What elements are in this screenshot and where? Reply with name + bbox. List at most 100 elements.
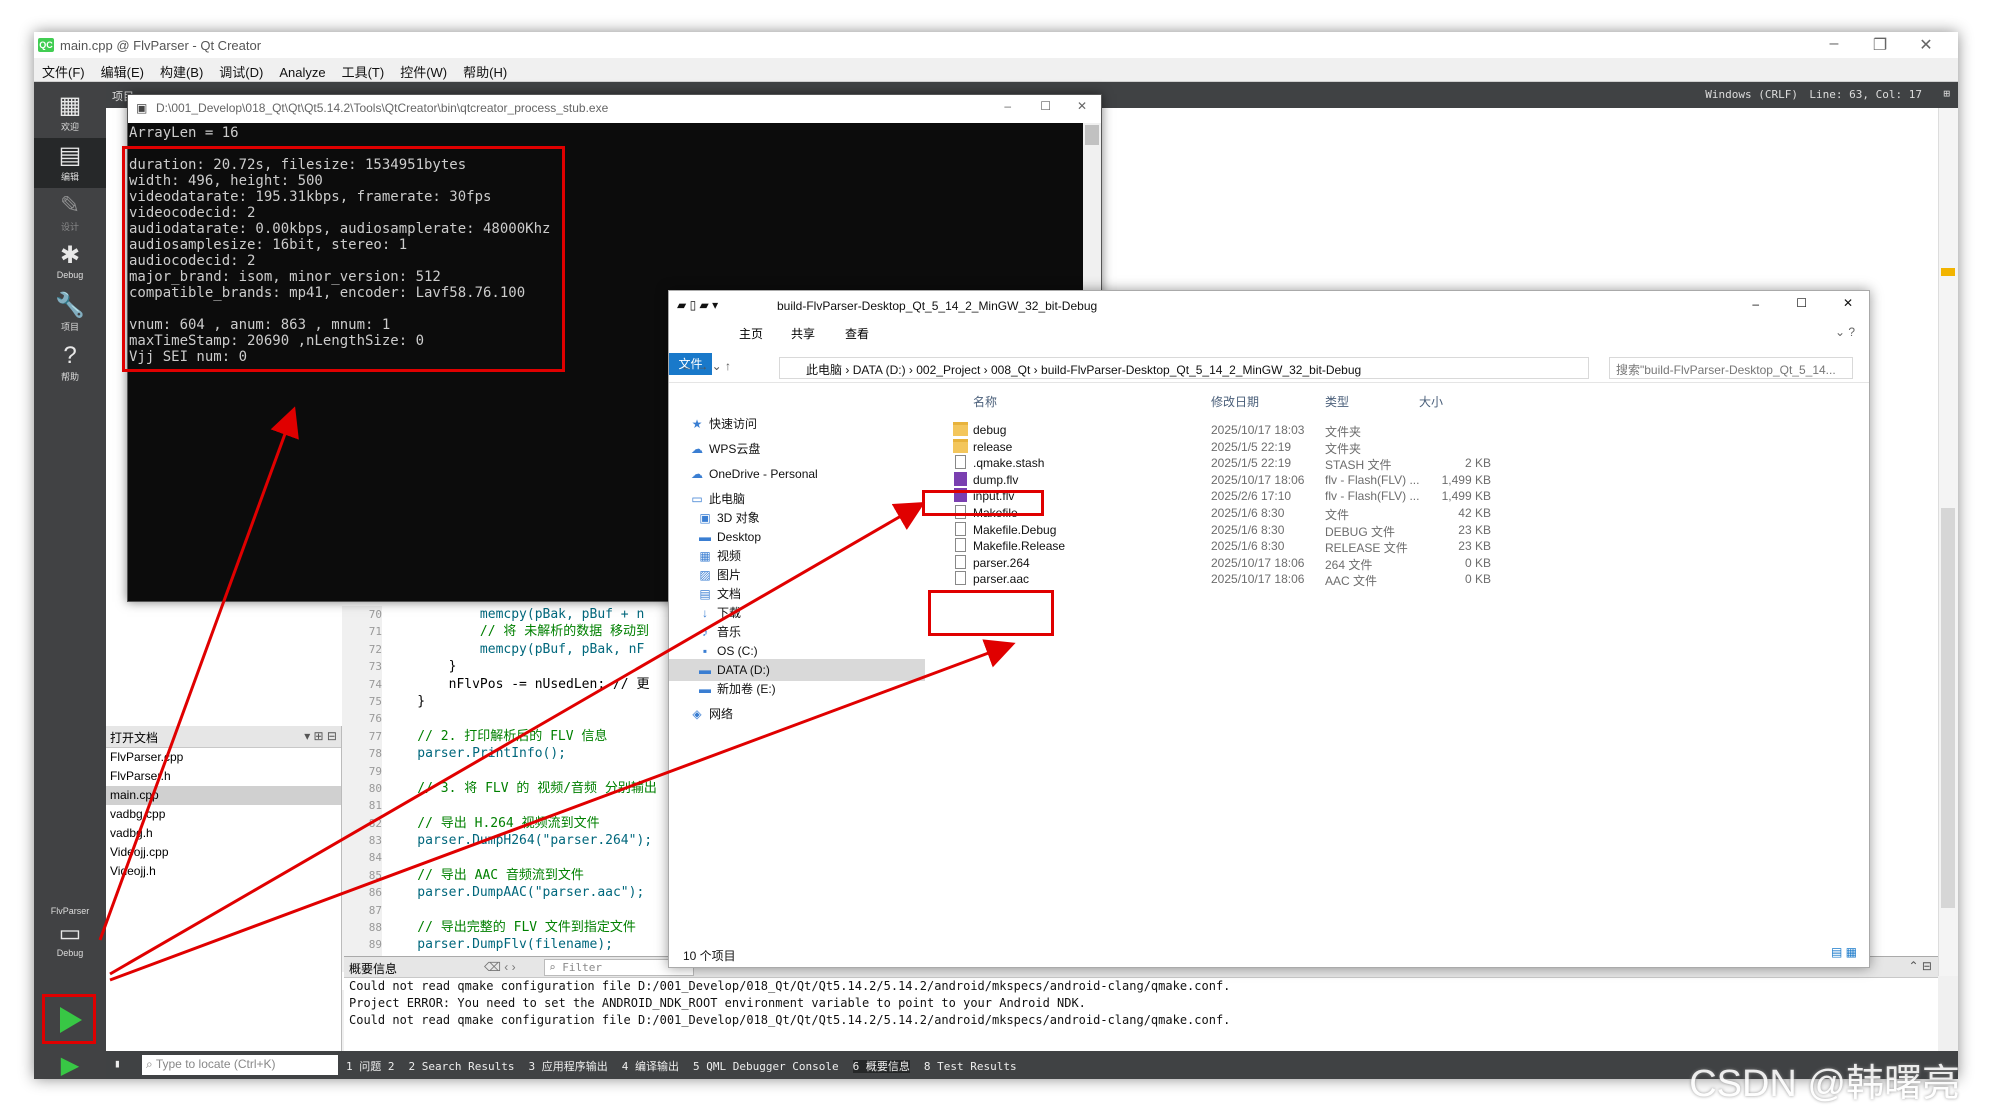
output-tab[interactable]: 8 Test Results [924,1060,1017,1073]
split-icon[interactable]: ⊞ [1943,87,1950,100]
output-tab[interactable]: 6 概要信息 [852,1060,910,1073]
console-maximize-icon[interactable]: ☐ [1040,99,1051,113]
output-tab[interactable]: 4 编译输出 [622,1060,679,1073]
explorer-search-input[interactable]: 搜索"build-FlvParser-Desktop_Qt_5_14... [1609,357,1853,379]
mode-debug[interactable]: ✱ Debug [34,238,106,288]
mode-design[interactable]: ✎ 设计 [34,188,106,238]
locator-input[interactable]: ⌕ Type to locate (Ctrl+K) [142,1055,338,1075]
kit-selector[interactable]: FlvParser ▭ Debug [34,904,106,964]
nav-item[interactable]: ☁ WPS云盘 [689,438,760,460]
menu-help[interactable]: 帮助(H) [455,58,515,81]
pane-controls-icon[interactable]: ▾ ⊞ ⊟ [304,729,337,743]
code-line: parser.DumpFlv(filename); [386,937,613,953]
highlight-console-info [122,146,565,372]
menu-build[interactable]: 构建(B) [152,58,211,81]
mode-edit[interactable]: ▤ 编辑 [34,138,106,188]
view-toggle-icon[interactable]: ▤ ▦ [1831,945,1857,959]
menu-analyze[interactable]: Analyze [271,61,333,80]
clear-icon[interactable]: ⌫ ‹ › [484,960,516,974]
col-name[interactable]: 名称 [973,393,997,410]
nav-icon: ☁ [691,442,703,456]
menu-file[interactable]: 文件(F) [34,58,93,81]
col-date[interactable]: 修改日期 [1211,393,1259,410]
nav-item[interactable]: ◈ 网络 [689,703,733,725]
menu-edit[interactable]: 编辑(E) [93,58,152,81]
line-number: 77 [368,729,382,743]
explorer-address-row: ← → ⌄ ↑ 此电脑 › DATA (D:) › 002_Project › … [669,353,1869,383]
ribbon-home-tab[interactable]: 主页 [739,325,763,342]
editor-scrollbar[interactable] [1938,108,1958,976]
console-close-icon[interactable]: ✕ [1077,99,1087,113]
console-minimize-icon[interactable]: – [1004,99,1011,113]
code-line: // 3. 将 FLV 的 视频/音频 分别输出 [386,780,657,796]
nav-item[interactable]: ▬ 新加卷 (E:) [697,678,776,700]
open-document-item[interactable]: vadbg.h [106,824,341,843]
file-type: AAC 文件 [1325,574,1378,589]
run-icon [60,1007,82,1033]
scroll-marker [1941,268,1955,276]
output-tab[interactable]: 1 问题 2 [346,1060,395,1073]
output-tab[interactable]: 3 应用程序输出 [528,1060,607,1073]
general-messages-title: 概要信息 [349,962,398,976]
kit-label: Debug [56,948,84,958]
explorer-close-icon[interactable]: ✕ [1843,296,1853,310]
code-line: // 导出 H.264 视频流到文件 [386,815,600,831]
open-document-item[interactable]: FlvParser.h [106,767,341,786]
address-bar[interactable]: 此电脑 › DATA (D:) › 002_Project › 008_Qt ›… [779,357,1589,379]
mode-projects[interactable]: 🔧 项目 [34,288,106,338]
open-document-item[interactable]: FlvParser.cpp [106,748,341,767]
file-row[interactable]: parser.aac 2025/10/17 18:06 AAC 文件 0 KB [931,568,1531,589]
sidebar-toggle-icon[interactable]: ▮ [114,1057,121,1070]
run-button[interactable] [42,994,96,1044]
code-line: memcpy(pBak, pBuf + n [386,607,645,622]
code-line: } [386,659,457,675]
line-number: 89 [368,938,382,952]
general-message-line: Could not read qmake configuration file … [349,979,1231,993]
col-type[interactable]: 类型 [1325,393,1349,410]
line-number: 80 [368,781,382,795]
mode-help[interactable]: ? 帮助 [34,338,106,388]
open-documents-list: FlvParser.cpp FlvParser.h main.cpp vadbg.cp… [106,748,341,881]
file-folder-icon [953,422,968,436]
cursor-position[interactable]: Line: 63, Col: 17 [1809,88,1922,101]
mode-welcome[interactable]: ▦ 欢迎 [34,88,106,138]
ribbon-view-tab[interactable]: 查看 [845,325,869,342]
debug-run-button[interactable]: ▶ [34,1048,106,1079]
encoding-selector[interactable]: Windows (CRLF) [1705,88,1798,101]
bug-icon: ✱ [59,242,81,269]
close-icon[interactable]: ✕ [1906,35,1946,55]
open-document-item[interactable]: Videojj.h [106,862,341,881]
file-aac-icon [955,571,966,586]
open-document-item[interactable]: vadbg.cpp [106,805,341,824]
open-document-item[interactable]: main.cpp [106,786,341,805]
ribbon-share-tab[interactable]: 共享 [791,325,815,342]
line-number: 71 [368,625,382,639]
restore-icon[interactable]: ❐ [1860,35,1900,55]
col-size[interactable]: 大小 [1419,393,1443,410]
scroll-thumb[interactable] [1941,508,1955,908]
open-document-item[interactable]: Videojj.cpp [106,843,341,862]
code-line: // 将 未解析的数据 移动到 [386,624,650,640]
menu-widgets[interactable]: 控件(W) [392,58,455,81]
line-number: 75 [368,694,382,708]
nav-label: Desktop [717,530,762,544]
explorer-minimize-icon[interactable]: – [1752,297,1759,311]
ribbon-expand-icon[interactable]: ⌄ ? [1835,325,1855,339]
nav-item[interactable]: ☁ OneDrive - Personal [689,463,818,485]
menu-tools[interactable]: 工具(T) [334,58,393,81]
nav-item[interactable]: ★ 快速访问 [689,413,757,435]
file-doc-icon [955,554,966,569]
output-tab[interactable]: 2 Search Results [409,1060,515,1073]
pane-max-icon[interactable]: ⌃ ⊟ [1909,959,1932,973]
code-view[interactable]: memcpy(pBak, pBuf + n // 将 未解析的数据 移动到 me… [386,606,706,972]
line-number: 76 [368,712,382,726]
explorer-maximize-icon[interactable]: ☐ [1796,296,1807,310]
nav-back-forward-icon[interactable]: ← → ⌄ ↑ [681,359,731,373]
qt-title-bar: QC main.cpp @ FlvParser - Qt Creator – ❐… [34,32,1958,58]
code-line: parser.DumpH264("parser.264"); [386,833,653,849]
minimize-icon[interactable]: – [1814,35,1854,53]
output-tab[interactable]: 5 QML Debugger Console [693,1060,839,1073]
menu-debug[interactable]: 调试(D) [211,58,271,81]
